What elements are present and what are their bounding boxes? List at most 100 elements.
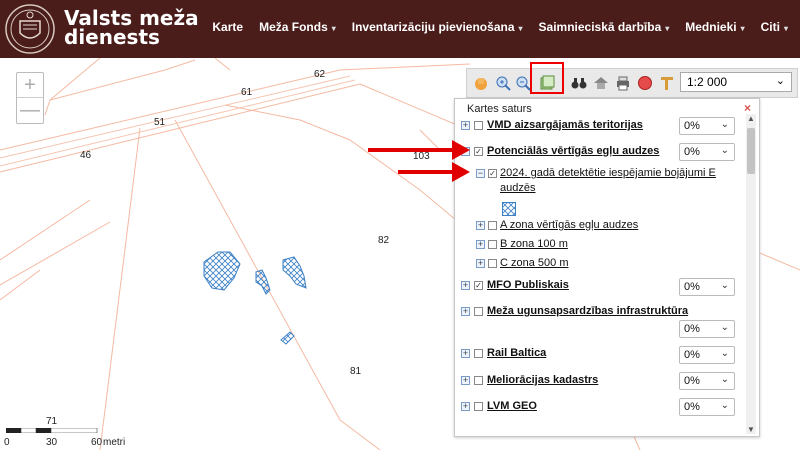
layer-checkbox-checked[interactable]: ✓ bbox=[474, 281, 483, 290]
chevron-down-icon: ⌄ bbox=[720, 280, 729, 291]
home-icon[interactable] bbox=[593, 75, 609, 91]
layer-label-lvm[interactable]: LVM GEO bbox=[487, 400, 537, 412]
layer-checkbox[interactable] bbox=[488, 259, 497, 268]
layer-checkbox[interactable] bbox=[474, 376, 483, 385]
scale-bar bbox=[6, 428, 98, 433]
scale-label: 0 bbox=[4, 437, 10, 448]
parcel-label: 61 bbox=[241, 87, 253, 98]
expand-toggle[interactable]: + bbox=[461, 376, 470, 385]
opacity-select[interactable]: 0% ⌄ bbox=[679, 278, 735, 296]
nav-citi[interactable]: Citi ▾ bbox=[761, 20, 788, 34]
layer-label-zone-b[interactable]: B zona 100 m bbox=[500, 238, 568, 250]
brand-title[interactable]: Valsts meža dienests bbox=[64, 8, 199, 49]
layer-label-zone-c[interactable]: C zona 500 m bbox=[500, 257, 568, 269]
chevron-down-icon: ⌄ bbox=[720, 348, 729, 359]
zoom-in-icon[interactable] bbox=[495, 75, 511, 91]
coat-of-arms-logo[interactable] bbox=[4, 3, 56, 55]
chevron-down-icon: ▾ bbox=[518, 24, 523, 33]
layer-checkbox[interactable] bbox=[488, 221, 497, 230]
collapse-toggle[interactable]: − bbox=[461, 147, 470, 156]
opacity-select[interactable]: 0% ⌄ bbox=[679, 372, 735, 390]
opacity-value: 0% bbox=[684, 120, 700, 132]
brand-line-2: dienests bbox=[64, 25, 160, 49]
zoom-out-button[interactable]: — bbox=[17, 98, 43, 122]
nav-label: Citi bbox=[760, 20, 780, 34]
expand-toggle[interactable]: + bbox=[461, 121, 470, 130]
layer-checkbox[interactable] bbox=[474, 307, 483, 316]
panel-scrollbar[interactable]: ▲ ▼ bbox=[746, 114, 756, 434]
chevron-down-icon: ⌄ bbox=[775, 75, 785, 87]
panel-title: Kartes saturs bbox=[467, 103, 532, 115]
layer-label-rail[interactable]: Rail Baltica bbox=[487, 347, 546, 359]
chevron-down-icon: ⌄ bbox=[720, 145, 729, 156]
scroll-down-icon[interactable]: ▼ bbox=[747, 425, 755, 434]
layer-checkbox-checked[interactable]: ✓ bbox=[488, 169, 497, 178]
layer-label-vmd[interactable]: VMD aizsargājamās teritorijas bbox=[487, 119, 643, 131]
opacity-select[interactable]: 0% ⌄ bbox=[679, 117, 735, 135]
nav-meza-fonds[interactable]: Meža Fonds ▾ bbox=[259, 20, 336, 34]
chevron-down-icon: ⌄ bbox=[720, 400, 729, 411]
nav-label: Saimnieciskā darbība bbox=[538, 20, 662, 34]
opacity-select[interactable]: 0% ⌄ bbox=[679, 320, 735, 338]
nav-label: Karte bbox=[212, 20, 244, 34]
opacity-select[interactable]: 0% ⌄ bbox=[679, 143, 735, 161]
binoculars-icon[interactable] bbox=[571, 75, 587, 91]
opacity-value: 0% bbox=[684, 323, 700, 335]
site-header: Valsts meža dienests Karte Meža Fonds ▾ I… bbox=[0, 0, 800, 58]
chevron-down-icon: ▾ bbox=[331, 24, 336, 33]
stop-icon[interactable] bbox=[637, 75, 653, 91]
zoom-in-button[interactable]: + bbox=[17, 73, 43, 98]
layer-checkbox[interactable] bbox=[474, 402, 483, 411]
layer-label-potential[interactable]: Potenciālās vērtīgās egļu audzes bbox=[487, 145, 659, 157]
layer-checkbox-checked[interactable]: ✓ bbox=[474, 147, 483, 156]
layer-label-fire[interactable]: Meža ugunsapsardzības infrastruktūra bbox=[487, 305, 688, 317]
scale-select[interactable]: 1:2 000 ⌄ bbox=[680, 72, 792, 92]
nav-karte[interactable]: Karte bbox=[212, 20, 243, 34]
expand-toggle[interactable]: + bbox=[476, 221, 485, 230]
layer-checkbox[interactable] bbox=[474, 349, 483, 358]
parcel-label: 51 bbox=[154, 117, 166, 128]
chevron-down-icon: ⌄ bbox=[720, 374, 729, 385]
scale-unit: metri bbox=[103, 437, 126, 448]
zoom-control: + — bbox=[16, 72, 44, 124]
nav-label: Inventarizāciju pievienošana bbox=[351, 20, 515, 34]
opacity-value: 0% bbox=[684, 281, 700, 293]
parcel-label: 103 bbox=[413, 151, 430, 162]
layer-label-mfo[interactable]: MFO Publiskais bbox=[487, 279, 569, 291]
print-icon[interactable] bbox=[615, 75, 631, 91]
opacity-value: 0% bbox=[684, 375, 700, 387]
parcel-label: 62 bbox=[314, 69, 326, 80]
opacity-select[interactable]: 0% ⌄ bbox=[679, 398, 735, 416]
expand-toggle[interactable]: + bbox=[461, 307, 470, 316]
main-nav: Karte Meža Fonds ▾ Inventarizāciju pievie… bbox=[212, 20, 788, 34]
chevron-down-icon: ▾ bbox=[740, 24, 745, 33]
expand-toggle[interactable]: + bbox=[476, 240, 485, 249]
layer-checkbox[interactable] bbox=[488, 240, 497, 249]
scroll-up-icon[interactable]: ▲ bbox=[747, 114, 755, 123]
collapse-toggle[interactable]: − bbox=[476, 169, 485, 178]
nav-mednieki[interactable]: Mednieki ▾ bbox=[685, 20, 744, 34]
chevron-down-icon: ⌄ bbox=[720, 322, 729, 333]
layer-label-detected-line1[interactable]: 2024. gadā detektētie iespējamie bojājum… bbox=[500, 167, 716, 179]
expand-toggle[interactable]: + bbox=[461, 402, 470, 411]
scale-value: 1:2 000 bbox=[687, 75, 728, 89]
expand-toggle[interactable]: + bbox=[461, 281, 470, 290]
scroll-thumb[interactable] bbox=[747, 128, 755, 174]
highlight-box bbox=[530, 62, 564, 94]
layer-label-melior[interactable]: Meliorācijas kadastrs bbox=[487, 374, 598, 386]
zoom-out-icon[interactable] bbox=[515, 75, 531, 91]
layer-label-detected-line2[interactable]: audzēs bbox=[500, 182, 535, 194]
layer-checkbox[interactable] bbox=[474, 121, 483, 130]
expand-toggle[interactable]: + bbox=[461, 349, 470, 358]
nav-saimnieciska[interactable]: Saimnieciskā darbība ▾ bbox=[539, 20, 670, 34]
opacity-value: 0% bbox=[684, 349, 700, 361]
expand-toggle[interactable]: + bbox=[476, 259, 485, 268]
layer-label-zone-a[interactable]: A zona vērtīgās egļu audzes bbox=[500, 219, 638, 231]
opacity-select[interactable]: 0% ⌄ bbox=[679, 346, 735, 364]
hatch-legend-icon bbox=[502, 202, 516, 216]
measure-icon[interactable] bbox=[659, 75, 675, 91]
hand-icon[interactable] bbox=[473, 75, 489, 91]
close-icon[interactable]: × bbox=[744, 101, 751, 115]
nav-inventarizaciju[interactable]: Inventarizāciju pievienošana ▾ bbox=[352, 20, 523, 34]
parcel-label: 46 bbox=[80, 150, 92, 161]
